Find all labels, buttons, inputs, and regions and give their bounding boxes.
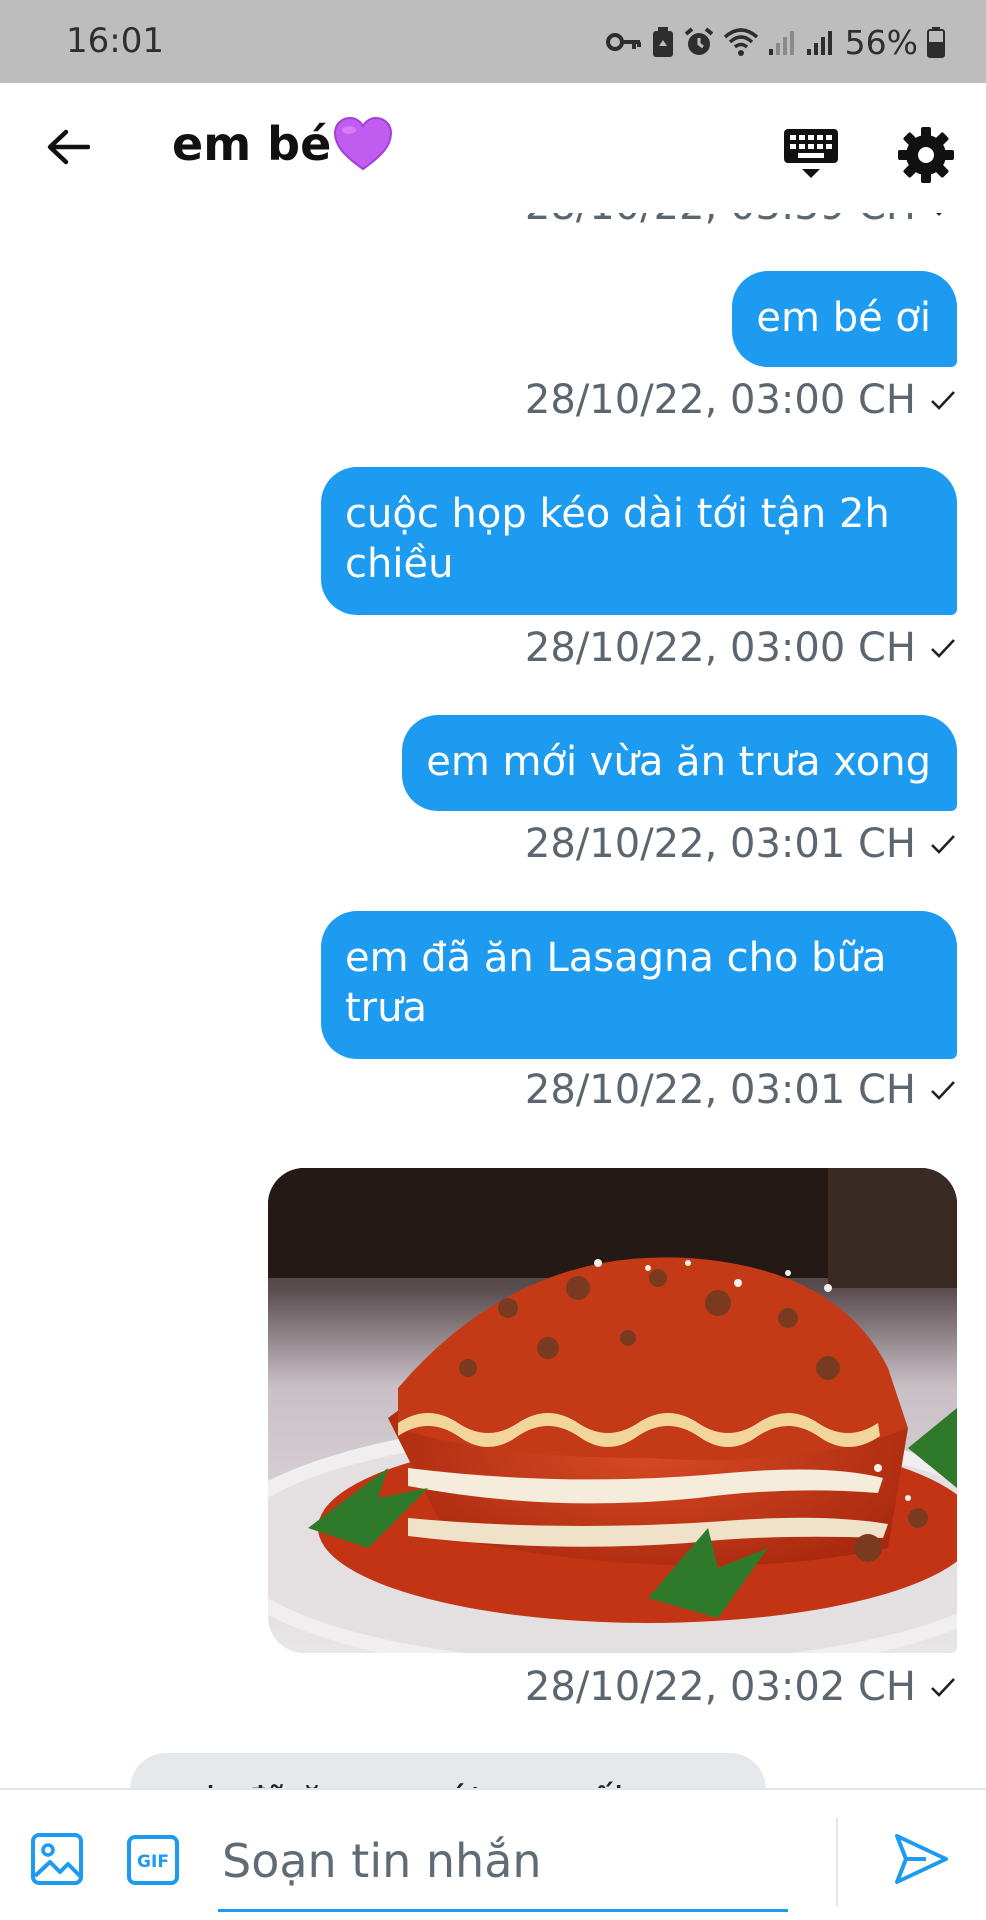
check-icon — [931, 1081, 955, 1100]
message-timestamp: 28/10/22, 03:01 CH — [525, 1067, 956, 1113]
back-button[interactable] — [36, 115, 100, 179]
outgoing-message[interactable]: cuộc họp kéo dài tới tận 2h chiều — [321, 467, 957, 615]
status-bar: 16:01 56% — [0, 0, 986, 83]
message-text: em đã ăn Lasagna cho bữa trưa — [345, 935, 887, 1031]
contact-name: em bé — [172, 117, 332, 171]
keyboard-icon — [784, 129, 838, 178]
timestamp-text: 28/10/22, 03:59 CH — [525, 213, 916, 229]
arrow-left-icon — [47, 129, 90, 165]
vpn-key-icon — [605, 33, 641, 51]
image-icon — [31, 1833, 83, 1885]
outgoing-message[interactable]: em bé ơi — [732, 271, 957, 367]
check-icon — [931, 835, 955, 854]
purple-heart-icon — [334, 117, 393, 171]
signal-icon — [768, 31, 794, 55]
battery-icon — [927, 27, 945, 58]
battery-percent: 56% — [844, 22, 918, 62]
outgoing-message[interactable]: em mới vừa ăn trưa xong — [402, 715, 957, 811]
incoming-message[interactable]: anh đã ăn ... mứt ... cuối — [130, 1753, 766, 1788]
check-icon — [931, 391, 955, 410]
check-icon — [931, 1678, 955, 1697]
lasagna-photo[interactable] — [268, 1168, 957, 1653]
timestamp-text: 28/10/22, 03:01 CH — [524, 1067, 916, 1113]
gif-label: GIF — [137, 1852, 169, 1872]
message-timestamp: 28/10/22, 03:00 CH — [525, 377, 956, 423]
message-text: cuộc họp kéo dài tới tận 2h chiều — [345, 491, 890, 587]
timestamp-text: 28/10/22, 03:00 CH — [524, 377, 916, 423]
check-icon — [936, 213, 942, 216]
message-input[interactable] — [218, 1812, 788, 1912]
message-text: em mới vừa ăn trưa xong — [426, 739, 931, 785]
gif-icon: GIF — [127, 1835, 179, 1885]
status-time: 16:01 — [66, 21, 164, 61]
battery-saver-icon — [652, 27, 673, 57]
message-timestamp: 28/10/22, 03:02 CH — [525, 1664, 956, 1710]
chat-header: em bé — [0, 83, 986, 213]
message-text: em bé ơi — [756, 295, 931, 341]
message-list[interactable]: 28/10/22, 03:59 CH em bé ơi 28/10/22, 03… — [0, 213, 986, 1788]
compose-bar: GIF — [0, 1788, 986, 1920]
settings-button[interactable] — [896, 125, 956, 185]
chat-title[interactable]: em bé — [172, 117, 393, 171]
message-timestamp: 28/10/22, 03:00 CH — [525, 625, 956, 671]
signal-icon — [806, 31, 832, 55]
chat-screen: 16:01 56% em bé em bé ơi 28/10/22, 03:00… — [0, 0, 986, 1920]
timestamp-text: 28/10/22, 03:01 CH — [524, 821, 916, 867]
keyboard-button[interactable] — [780, 123, 844, 187]
send-icon — [895, 1834, 948, 1884]
check-icon — [931, 639, 955, 658]
add-media-button[interactable] — [30, 1832, 84, 1886]
message-timestamp: 28/10/22, 03:59 CH — [525, 213, 956, 229]
gif-button[interactable]: GIF — [126, 1834, 180, 1886]
status-icons: 56% — [605, 22, 946, 62]
timestamp-text: 28/10/22, 03:00 CH — [524, 625, 916, 671]
alarm-icon — [684, 27, 713, 55]
outgoing-message[interactable]: em đã ăn Lasagna cho bữa trưa — [321, 911, 957, 1059]
gear-icon — [898, 127, 954, 183]
divider — [836, 1818, 838, 1906]
wifi-icon — [723, 28, 758, 56]
send-button[interactable] — [892, 1830, 950, 1888]
timestamp-text: 28/10/22, 03:02 CH — [524, 1664, 916, 1710]
message-text: anh đã ăn ... mứt ... cuối — [158, 1779, 624, 1788]
message-timestamp: 28/10/22, 03:01 CH — [525, 821, 956, 867]
